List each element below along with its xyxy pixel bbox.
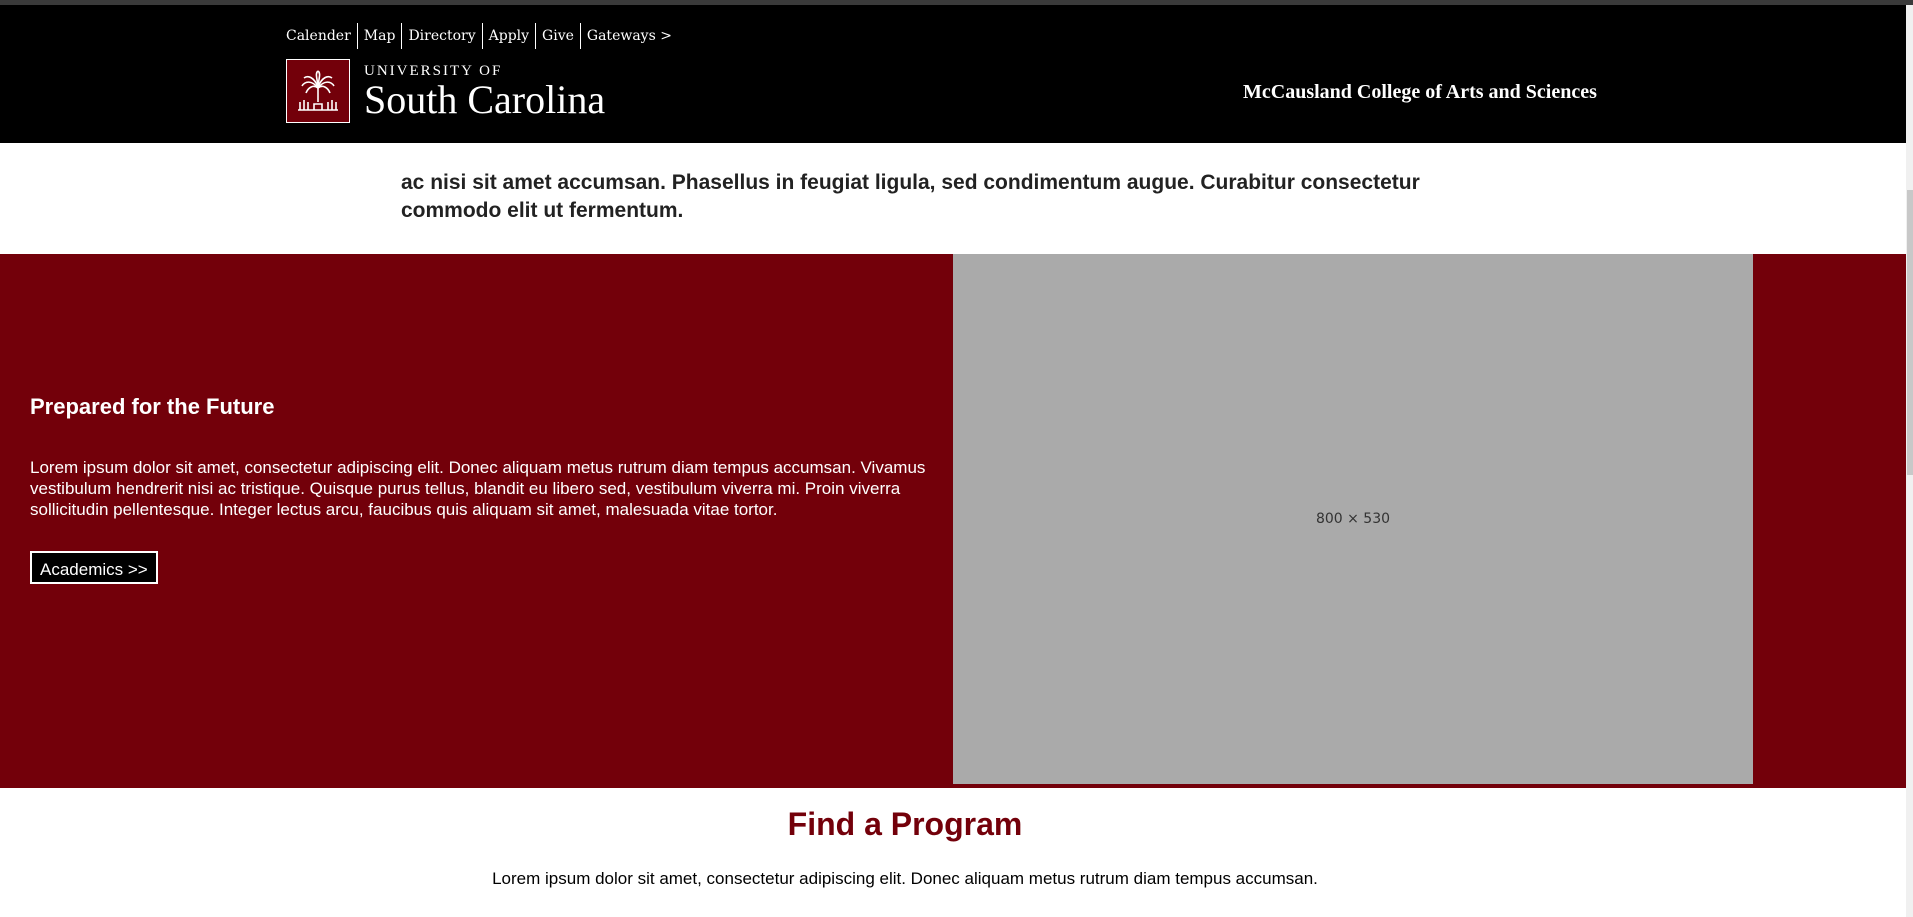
image-placeholder-label: 800 × 530 bbox=[1315, 511, 1391, 527]
find-program-title: Find a Program bbox=[787, 806, 1023, 842]
palmetto-seal-icon bbox=[286, 59, 350, 123]
utility-link-apply[interactable]: Apply bbox=[481, 23, 535, 49]
utility-link-calender[interactable]: Calender bbox=[286, 23, 357, 49]
utility-link-directory[interactable]: Directory bbox=[401, 23, 481, 49]
intro-text: ac nisi sit amet accumsan. Phasellus in … bbox=[401, 171, 1420, 222]
college-name[interactable]: McCausland College of Arts and Sciences bbox=[1243, 81, 1597, 104]
site-header: Calender Map Directory Apply Give Gatewa… bbox=[0, 5, 1906, 143]
utility-link-map[interactable]: Map bbox=[356, 23, 402, 49]
university-wordmark: UNIVERSITY OF South Carolina bbox=[364, 62, 605, 120]
university-logo[interactable]: UNIVERSITY OF South Carolina bbox=[286, 59, 605, 123]
page-scrollbar[interactable] bbox=[1906, 5, 1913, 917]
scrollbar-thumb[interactable] bbox=[1907, 190, 1913, 475]
find-program-text: Lorem ipsum dolor sit amet, consectetur … bbox=[492, 869, 1318, 888]
feature-title: Prepared for the Future bbox=[30, 394, 275, 419]
utility-link-give[interactable]: Give bbox=[535, 23, 580, 49]
utility-link-gateways[interactable]: Gateways > bbox=[579, 23, 678, 49]
wordmark-line-2: South Carolina bbox=[364, 77, 606, 122]
image-placeholder: 800 × 530 bbox=[953, 254, 1753, 784]
feature-band: Prepared for the Future Lorem ipsum dolo… bbox=[0, 254, 1906, 788]
utility-nav: Calender Map Directory Apply Give Gatewa… bbox=[286, 23, 678, 49]
academics-button[interactable]: Academics >> bbox=[30, 551, 158, 584]
feature-body: Lorem ipsum dolor sit amet, consectetur … bbox=[30, 458, 926, 519]
